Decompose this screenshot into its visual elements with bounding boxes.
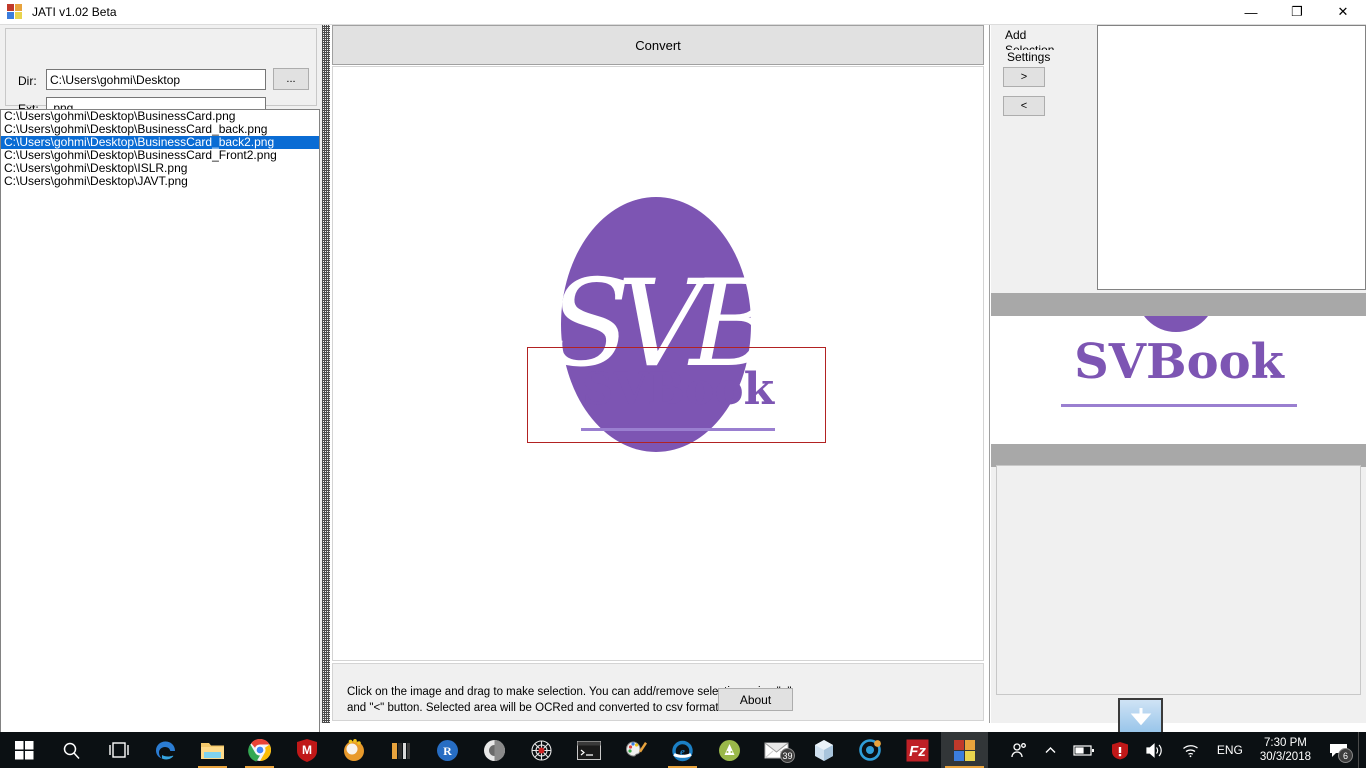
battery-icon[interactable]	[1065, 732, 1103, 768]
volume-icon[interactable]	[1137, 732, 1173, 768]
search-icon[interactable]	[48, 732, 95, 768]
window-title-bar: JATI v1.02 Beta — ❐ ✕	[0, 0, 1366, 25]
logo-wordmark: SVBook	[581, 364, 775, 415]
selection-list[interactable]	[1097, 25, 1366, 290]
mcafee-alert-icon[interactable]	[1103, 732, 1137, 768]
internet-explorer-icon[interactable]: e	[659, 732, 706, 768]
show-hidden-icons-chevron-icon[interactable]	[1036, 732, 1065, 768]
books-icon[interactable]	[377, 732, 424, 768]
preview-wordmark: SVBook	[1074, 334, 1284, 390]
camtasia-icon[interactable]	[847, 732, 894, 768]
mail-badge: 39	[780, 748, 795, 763]
directory-group: Dir: ... Ext:	[5, 28, 317, 118]
close-icon[interactable]: ✕	[1320, 0, 1366, 25]
start-button-icon[interactable]	[0, 732, 48, 768]
app-icon	[7, 4, 23, 20]
show-desktop-button[interactable]	[1358, 732, 1366, 768]
preview-underline	[1061, 404, 1297, 407]
mail-icon[interactable]: 39	[753, 732, 800, 768]
command-prompt-icon[interactable]	[565, 732, 612, 768]
action-center-badge: 6	[1338, 748, 1353, 763]
maximize-icon[interactable]: ❐	[1274, 0, 1320, 25]
web-scraper-icon[interactable]	[518, 732, 565, 768]
center-panel: Convert SVB SVBook Click on the image an…	[330, 25, 990, 723]
file-explorer-icon[interactable]	[189, 732, 236, 768]
edge-icon[interactable]	[142, 732, 189, 768]
add-selection-label-line: Add	[1005, 28, 1027, 42]
about-button[interactable]: About	[718, 688, 793, 711]
android-studio-icon[interactable]	[706, 732, 753, 768]
clock-date: 30/3/2018	[1259, 751, 1311, 763]
action-center-icon[interactable]: 6	[1319, 732, 1358, 768]
panel-splitter[interactable]	[322, 25, 330, 723]
file-list-item[interactable]: C:\Users\gohmi\Desktop\JAVT.png	[1, 175, 319, 188]
svg-text:M: M	[302, 743, 312, 757]
selection-preview: SVBook	[991, 316, 1366, 444]
language-indicator[interactable]: ENG	[1208, 732, 1252, 768]
remove-selection-button[interactable]: <	[1003, 96, 1045, 116]
preview-band-top	[991, 293, 1366, 316]
browse-button[interactable]: ...	[273, 68, 309, 90]
filezilla-icon[interactable]: Fz	[894, 732, 941, 768]
minimize-icon[interactable]: —	[1228, 0, 1274, 25]
image-preview-canvas[interactable]: SVB SVBook	[332, 66, 984, 661]
taskbar: M R e 39 Fz ENG 7:30 PM 30/3/2018 6	[0, 732, 1366, 768]
dir-label: Dir:	[18, 74, 37, 88]
dir-input[interactable]	[46, 69, 266, 90]
add-selection-button[interactable]: >	[1003, 67, 1045, 87]
jati-app-icon[interactable]	[941, 732, 988, 768]
chrome-icon[interactable]	[236, 732, 283, 768]
rstudio-icon[interactable]: R	[424, 732, 471, 768]
wifi-icon[interactable]	[1173, 732, 1208, 768]
clock-time: 7:30 PM	[1264, 737, 1307, 749]
window-title: JATI v1.02 Beta	[32, 5, 117, 19]
preview-ellipse-fragment	[1136, 316, 1216, 332]
spyder-icon[interactable]	[471, 732, 518, 768]
paint-icon[interactable]	[612, 732, 659, 768]
system-tray: ENG 7:30 PM 30/3/2018 6	[1001, 732, 1366, 768]
settings-legend: Settings	[1003, 50, 1055, 64]
logo-underline	[581, 428, 775, 431]
hint-box: Click on the image and drag to make sele…	[332, 663, 984, 721]
anaconda-icon[interactable]	[330, 732, 377, 768]
settings-group	[996, 465, 1361, 695]
people-icon[interactable]	[1001, 732, 1036, 768]
right-panel: AddSelection > < SVBook Settings Languag…	[991, 25, 1366, 723]
clock[interactable]: 7:30 PM 30/3/2018	[1252, 732, 1319, 768]
svg-text:R: R	[443, 744, 452, 758]
window-controls: — ❐ ✕	[1228, 0, 1366, 25]
task-view-icon[interactable]	[95, 732, 142, 768]
preview-band-bottom	[991, 444, 1366, 467]
convert-button[interactable]: Convert	[332, 25, 984, 65]
svg-text:Fz: Fz	[909, 743, 926, 760]
left-panel: Dir: ... Ext: C:\Users\gohmi\Desktop\Bus…	[0, 25, 322, 745]
virtualbox-icon[interactable]	[800, 732, 847, 768]
mcafee-icon[interactable]: M	[283, 732, 330, 768]
file-list[interactable]: C:\Users\gohmi\Desktop\BusinessCard.png C…	[0, 109, 320, 745]
svg-text:e: e	[680, 746, 685, 758]
